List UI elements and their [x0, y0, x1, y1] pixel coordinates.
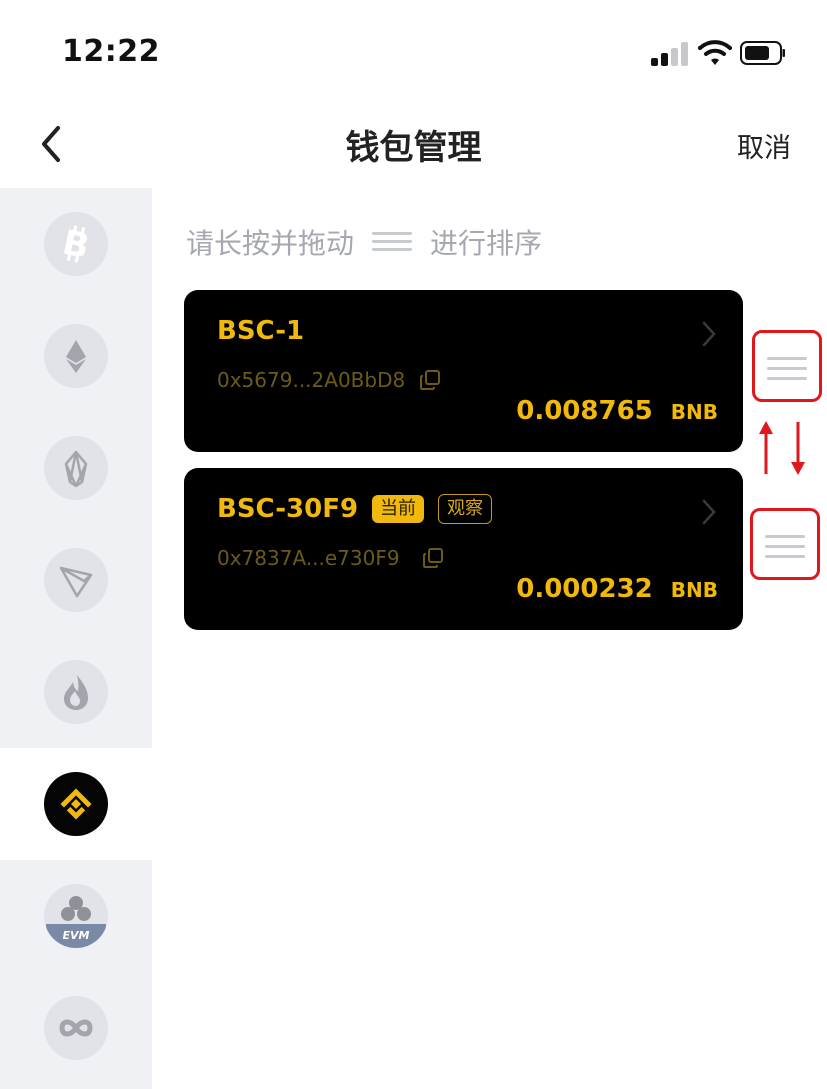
signal-icon: [651, 42, 691, 66]
arrow-down-icon: [791, 422, 805, 475]
sidebar-item-eos[interactable]: [0, 412, 152, 524]
copy-icon[interactable]: [422, 547, 444, 569]
wallet-name: BSC-30F9: [217, 494, 359, 524]
binance-icon: [44, 772, 108, 836]
wallet-card[interactable]: BSC-30F9 当前 观察 0x7837A...e730F9 0.000232…: [184, 468, 743, 630]
bitcoin-icon: B: [44, 212, 108, 276]
current-badge: 当前: [372, 495, 425, 523]
flame-icon: [44, 660, 108, 724]
tron-icon: [44, 548, 108, 612]
wifi-icon: [698, 40, 732, 65]
sidebar-item-tron[interactable]: [0, 524, 152, 636]
nav-header: 钱包管理 取消: [0, 100, 827, 188]
infinity-icon: [44, 996, 108, 1060]
chevron-right-icon: [702, 321, 716, 347]
ethereum-icon: [44, 324, 108, 388]
sort-hint-after: 进行排序: [430, 227, 543, 260]
copy-icon[interactable]: [419, 369, 441, 391]
status-time: 12:22: [62, 34, 160, 69]
sidebar-item-infinity[interactable]: [0, 972, 152, 1084]
sidebar-item-ethereum[interactable]: [0, 300, 152, 412]
sidebar-item-bsc[interactable]: [0, 748, 152, 860]
wallet-balance: 0.000232: [516, 574, 653, 604]
drag-handle[interactable]: [752, 330, 822, 402]
sidebar-item-bitcoin[interactable]: B: [0, 188, 152, 300]
wallet-name: BSC-1: [217, 316, 305, 346]
wallet-unit: BNB: [670, 578, 718, 602]
sort-hint: 请长按并拖动 进行排序: [186, 222, 542, 262]
sidebar-item-heco[interactable]: [0, 636, 152, 748]
drag-lines-icon: [372, 228, 413, 256]
battery-icon: [740, 41, 785, 65]
page-title: 钱包管理: [345, 128, 482, 168]
evm-label: EVM: [63, 929, 90, 942]
watch-badge: 观察: [438, 494, 493, 524]
status-bar: 12:22: [0, 0, 827, 100]
wallet-address: 0x7837A...e730F9: [217, 546, 400, 570]
drag-handle[interactable]: [750, 508, 820, 580]
chevron-right-icon: [702, 499, 716, 525]
arrow-up-icon: [759, 421, 773, 474]
wallet-unit: BNB: [670, 400, 718, 424]
wallet-address: 0x5679...2A0BbD8: [217, 368, 406, 392]
wallet-balance: 0.008765: [516, 396, 653, 426]
evm-icon: EVM: [44, 884, 108, 948]
sidebar-item-evm[interactable]: EVM: [0, 860, 152, 972]
eos-icon: [44, 436, 108, 500]
chain-sidebar: B EVM: [0, 188, 152, 1089]
wallet-card[interactable]: BSC-1 0x5679...2A0BbD8 0.008765 BNB: [184, 290, 743, 452]
cancel-button[interactable]: 取消: [737, 126, 791, 165]
sort-hint-before: 请长按并拖动: [186, 227, 355, 260]
